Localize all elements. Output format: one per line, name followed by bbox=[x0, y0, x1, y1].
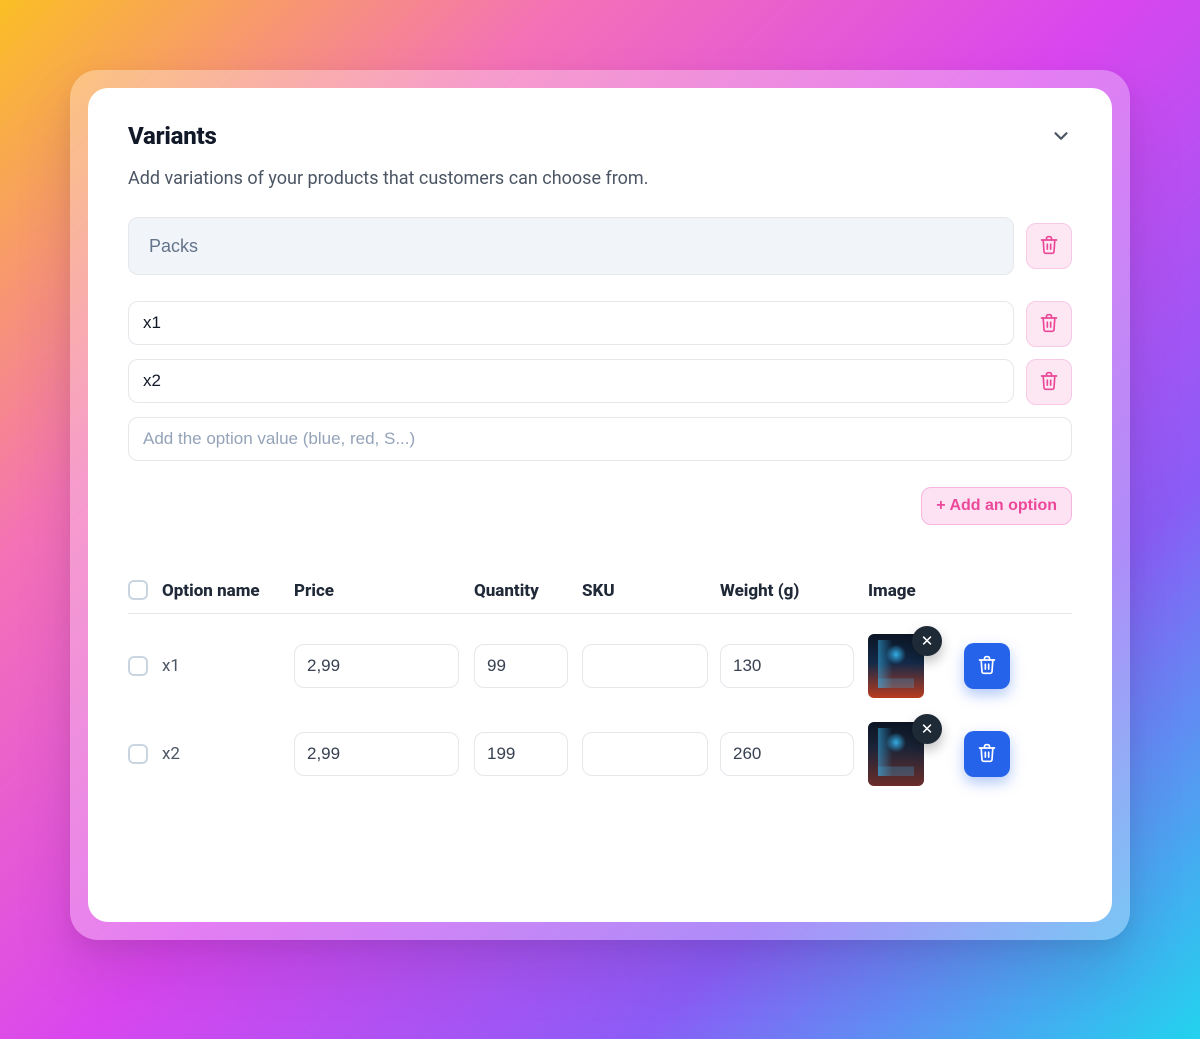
col-option-name: Option name bbox=[162, 581, 294, 601]
row-option-name: x2 bbox=[162, 744, 294, 764]
option-name-row bbox=[128, 217, 1072, 275]
select-all-checkbox[interactable] bbox=[128, 582, 162, 600]
table-row: x2 ✕ bbox=[128, 702, 1072, 790]
delete-variant-row-button[interactable] bbox=[964, 643, 1010, 689]
sku-input[interactable] bbox=[582, 732, 708, 776]
delete-variant-row-button[interactable] bbox=[964, 731, 1010, 777]
weight-input[interactable] bbox=[720, 732, 854, 776]
trash-icon bbox=[977, 655, 997, 678]
row-checkbox[interactable] bbox=[128, 656, 162, 676]
option-value-input[interactable] bbox=[128, 359, 1014, 403]
delete-option-value-button[interactable] bbox=[1026, 359, 1072, 405]
close-icon: ✕ bbox=[921, 722, 934, 737]
option-value-input[interactable] bbox=[128, 301, 1014, 345]
row-option-name: x1 bbox=[162, 656, 294, 676]
variants-table-head: Option name Price Quantity SKU Weight (g… bbox=[128, 581, 1072, 614]
delete-option-button[interactable] bbox=[1026, 223, 1072, 269]
variants-card: Variants Add variations of your products… bbox=[88, 88, 1112, 922]
option-value-row bbox=[128, 359, 1072, 405]
col-sku: SKU bbox=[582, 581, 720, 601]
variant-image-thumbnail[interactable]: ✕ bbox=[868, 722, 924, 786]
close-icon: ✕ bbox=[921, 634, 934, 649]
col-price: Price bbox=[294, 581, 474, 601]
option-name-input[interactable] bbox=[128, 217, 1014, 275]
price-input[interactable] bbox=[294, 644, 459, 688]
trash-icon bbox=[977, 743, 997, 766]
trash-icon bbox=[1039, 235, 1059, 258]
option-value-row bbox=[128, 301, 1072, 347]
variants-table: Option name Price Quantity SKU Weight (g… bbox=[128, 581, 1072, 790]
col-image: Image bbox=[868, 581, 964, 601]
card-title: Variants bbox=[128, 122, 217, 150]
table-row: x1 ✕ bbox=[128, 614, 1072, 702]
option-values bbox=[128, 301, 1072, 461]
delete-option-value-button[interactable] bbox=[1026, 301, 1072, 347]
trash-icon bbox=[1039, 313, 1059, 336]
weight-input[interactable] bbox=[720, 644, 854, 688]
option-new-value-input[interactable] bbox=[128, 417, 1072, 461]
frame: Variants Add variations of your products… bbox=[70, 70, 1130, 940]
card-header: Variants bbox=[128, 122, 1072, 150]
col-quantity: Quantity bbox=[474, 581, 582, 601]
quantity-input[interactable] bbox=[474, 644, 568, 688]
row-checkbox[interactable] bbox=[128, 744, 162, 764]
option-new-value-row bbox=[128, 417, 1072, 461]
trash-icon bbox=[1039, 371, 1059, 394]
chevron-down-icon[interactable] bbox=[1050, 125, 1072, 147]
add-option-row: + Add an option bbox=[128, 487, 1072, 525]
add-option-button[interactable]: + Add an option bbox=[921, 487, 1072, 525]
col-weight: Weight (g) bbox=[720, 581, 868, 601]
quantity-input[interactable] bbox=[474, 732, 568, 776]
card-subtitle: Add variations of your products that cus… bbox=[128, 168, 1072, 189]
price-input[interactable] bbox=[294, 732, 459, 776]
variant-image-thumbnail[interactable]: ✕ bbox=[868, 634, 924, 698]
sku-input[interactable] bbox=[582, 644, 708, 688]
remove-image-button[interactable]: ✕ bbox=[912, 714, 942, 744]
remove-image-button[interactable]: ✕ bbox=[912, 626, 942, 656]
